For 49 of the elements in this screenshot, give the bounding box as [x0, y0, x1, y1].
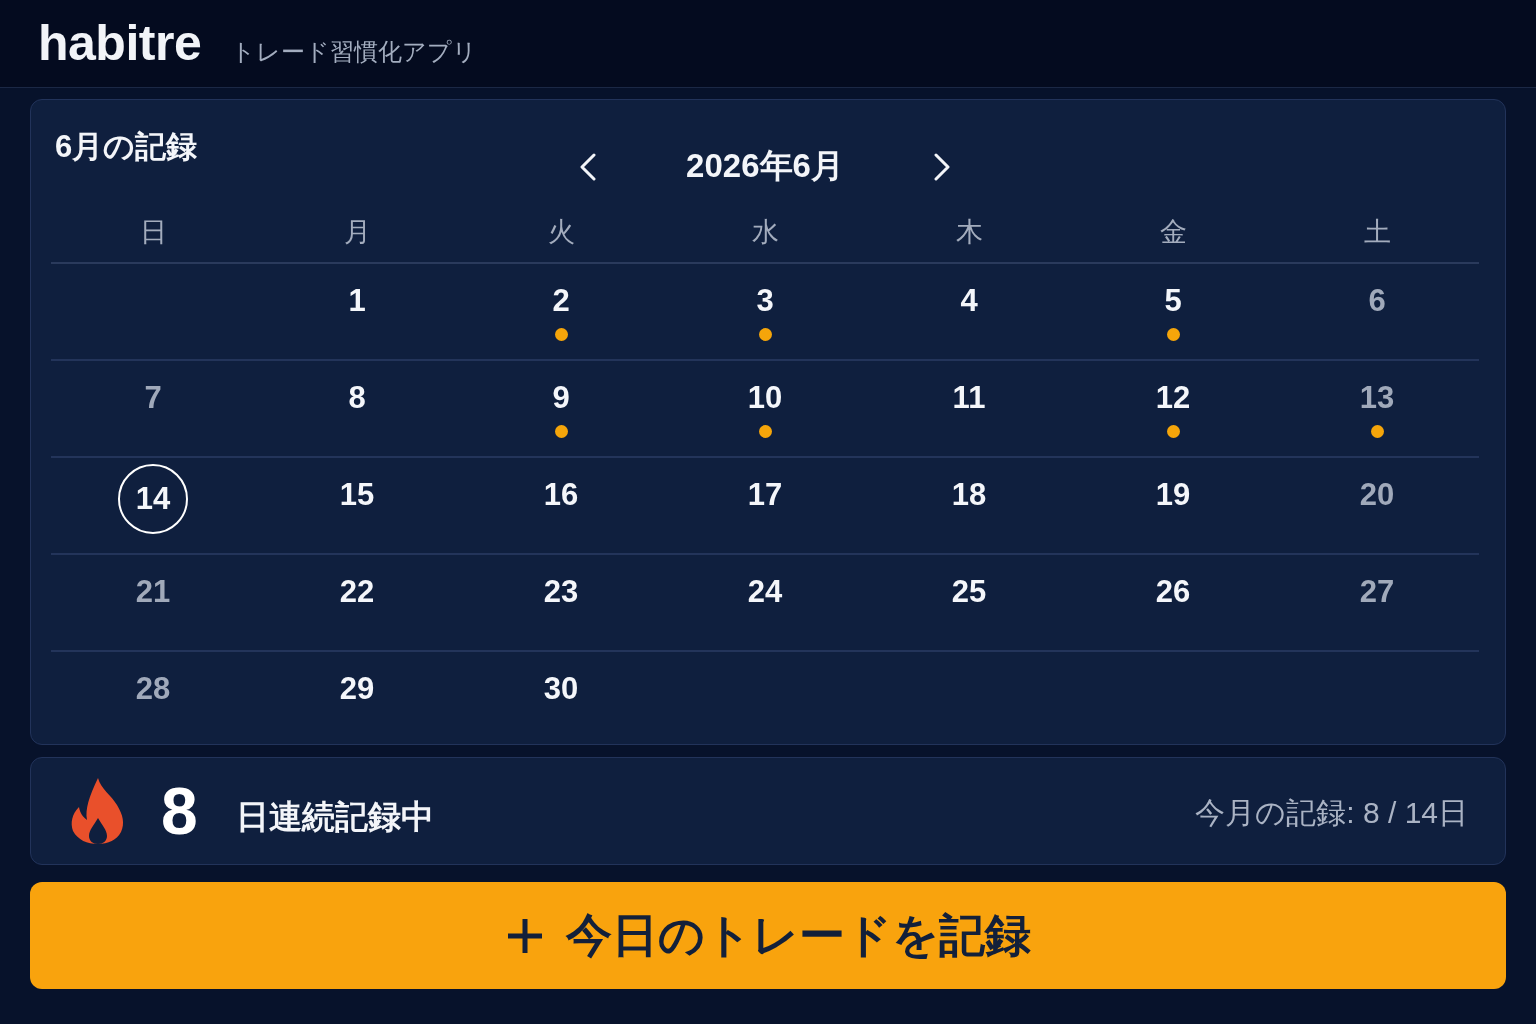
- month-summary: 今月の記録: 8 / 14日: [1195, 794, 1468, 831]
- day-number[interactable]: 10: [747, 380, 783, 416]
- day-number[interactable]: 12: [1155, 380, 1191, 416]
- day-number[interactable]: 4: [960, 283, 978, 319]
- weekday-label: 水: [751, 216, 779, 249]
- day-number[interactable]: 3: [756, 283, 774, 319]
- day-number[interactable]: 7: [144, 380, 162, 416]
- day-number[interactable]: 15: [339, 477, 375, 513]
- day-number[interactable]: 6: [1368, 283, 1386, 319]
- streak-label: 日連続記録中: [235, 796, 434, 837]
- plus-icon: [505, 916, 544, 955]
- day-number[interactable]: 27: [1359, 574, 1395, 610]
- chevron-left-icon: [580, 152, 597, 181]
- day-number[interactable]: 26: [1155, 574, 1191, 610]
- day-number[interactable]: 29: [339, 671, 375, 707]
- day-number[interactable]: 19: [1155, 477, 1191, 513]
- month-label: 2026年6月: [686, 146, 844, 186]
- record-trade-button[interactable]: 今日のトレードを記録: [30, 882, 1506, 989]
- weekday-label: 月: [343, 216, 371, 249]
- app-name: habitre: [38, 14, 202, 72]
- day-number[interactable]: 22: [339, 574, 375, 610]
- app-tagline: トレード習慣化アプリ: [231, 37, 478, 67]
- weekday-label: 木: [955, 216, 983, 249]
- day-number[interactable]: 5: [1164, 283, 1182, 319]
- weekday-label: 土: [1363, 216, 1391, 249]
- weekday-label: 金: [1159, 216, 1187, 249]
- day-number[interactable]: 8: [348, 380, 366, 416]
- streak-count: 8: [161, 773, 198, 849]
- day-number[interactable]: 25: [951, 574, 987, 610]
- day-number[interactable]: 28: [135, 671, 171, 707]
- flame-icon: [70, 778, 125, 844]
- calendar-title: 6月の記録: [55, 128, 198, 166]
- day-number[interactable]: 18: [951, 477, 987, 513]
- day-number[interactable]: 1: [348, 283, 366, 319]
- day-number[interactable]: 9: [552, 380, 570, 416]
- day-number[interactable]: 13: [1359, 380, 1395, 416]
- day-number[interactable]: 20: [1359, 477, 1395, 513]
- day-number[interactable]: 24: [747, 574, 783, 610]
- day-number[interactable]: 23: [543, 574, 579, 610]
- day-number[interactable]: 16: [543, 477, 579, 513]
- day-number[interactable]: 2: [552, 283, 570, 319]
- weekday-label: 日: [139, 216, 167, 249]
- day-number[interactable]: 11: [952, 380, 986, 416]
- day-number[interactable]: 14: [118, 464, 188, 534]
- weekday-label: 火: [547, 216, 575, 249]
- chevron-right-icon: [933, 152, 950, 181]
- day-number[interactable]: 30: [543, 671, 579, 707]
- day-number[interactable]: 21: [135, 574, 171, 610]
- day-number[interactable]: 17: [747, 477, 783, 513]
